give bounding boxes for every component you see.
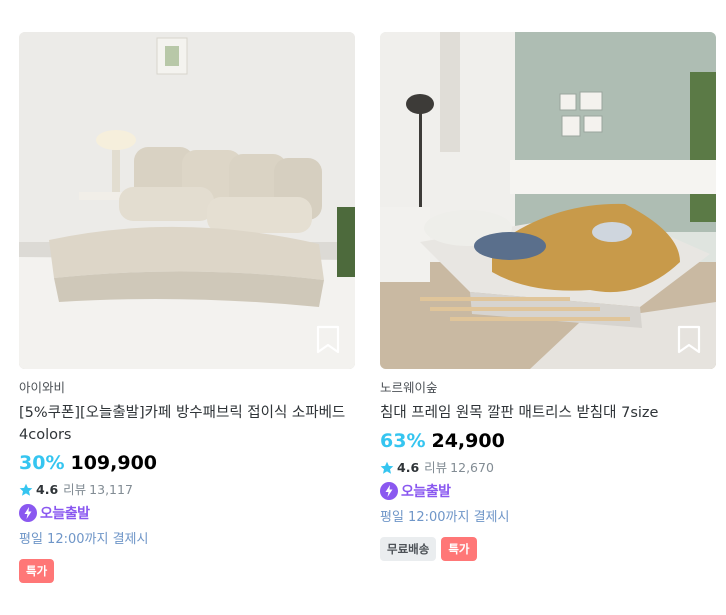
product-card[interactable]: 노르웨이숲 침대 프레임 원목 깔판 매트리스 받침대 7size 63% 24,… xyxy=(380,32,716,561)
free-shipping-badge: 무료배송 xyxy=(380,537,437,561)
badge-list: 특가 xyxy=(19,559,355,583)
sale-badge: 특가 xyxy=(441,537,477,561)
review-count: 13,117 xyxy=(89,482,133,497)
price-row: 63% 24,900 xyxy=(380,428,716,454)
star-icon xyxy=(19,483,33,497)
bed-frame-image xyxy=(380,32,716,369)
rating-row: 4.6 리뷰 12,670 xyxy=(380,459,716,477)
review-label: 리뷰 xyxy=(424,460,448,475)
badge-list: 무료배송 특가 xyxy=(380,537,716,561)
delivery-note: 평일 12:00까지 결제시 xyxy=(19,532,149,547)
star-icon xyxy=(380,461,394,475)
express-label: 오늘출발 xyxy=(401,484,451,500)
review-count: 12,670 xyxy=(450,460,494,475)
sale-price: 24,900 xyxy=(431,430,505,452)
express-badge: 오늘출발 xyxy=(380,481,716,501)
bookmark-icon[interactable] xyxy=(676,325,702,355)
bookmark-icon[interactable] xyxy=(315,325,341,355)
product-title[interactable]: 침대 프레임 원목 깔판 매트리스 받침대 7size xyxy=(380,402,716,424)
delivery-note: 평일 12:00까지 결제시 xyxy=(380,510,510,525)
price-row: 30% 109,900 xyxy=(19,450,355,476)
rating-row: 4.6 리뷰 13,117 xyxy=(19,481,355,499)
express-badge: 오늘출발 xyxy=(19,503,355,523)
product-brand[interactable]: 노르웨이숲 xyxy=(380,379,716,397)
rating-score: 4.6 xyxy=(397,460,420,475)
sale-price: 109,900 xyxy=(70,452,158,474)
product-card[interactable]: 아이와비 [5%쿠폰][오늘출발]카페 방수패브릭 접이식 소파베드 4colo… xyxy=(19,32,355,583)
discount-rate: 30% xyxy=(19,452,65,474)
review-label: 리뷰 xyxy=(63,482,87,497)
discount-rate: 63% xyxy=(380,430,426,452)
sale-badge: 특가 xyxy=(19,559,55,583)
sofa-bed-image xyxy=(19,32,355,369)
express-label: 오늘출발 xyxy=(40,506,90,522)
product-title[interactable]: [5%쿠폰][오늘출발]카페 방수패브릭 접이식 소파베드 4colors xyxy=(19,402,355,446)
product-brand[interactable]: 아이와비 xyxy=(19,379,355,397)
product-image[interactable] xyxy=(380,32,716,369)
lightning-icon xyxy=(19,504,37,522)
lightning-icon xyxy=(380,482,398,500)
rating-score: 4.6 xyxy=(36,482,59,497)
product-image[interactable] xyxy=(19,32,355,369)
